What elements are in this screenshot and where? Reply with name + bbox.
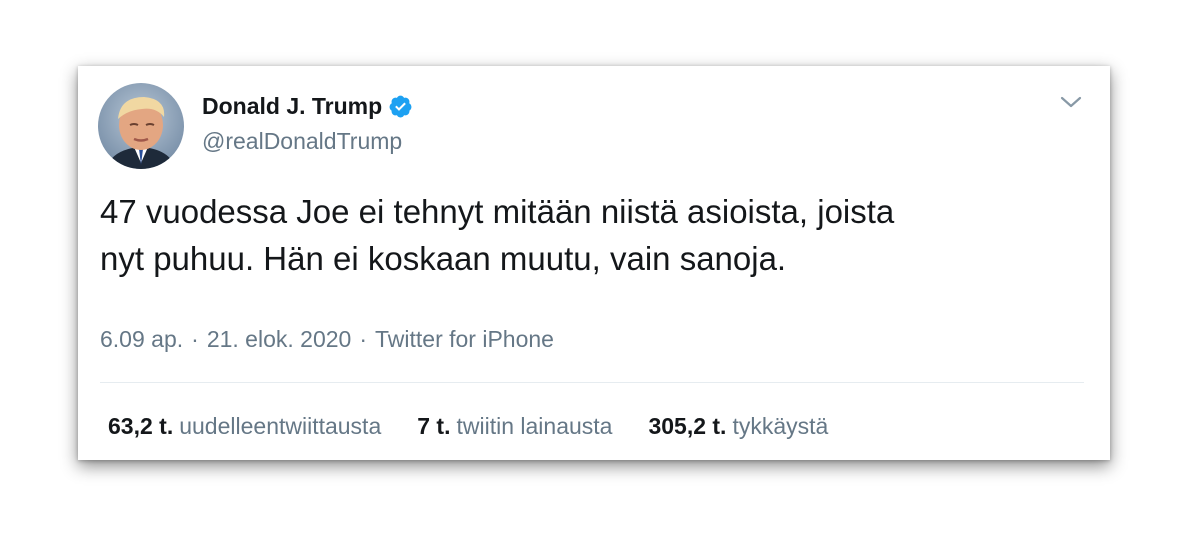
verified-badge-icon xyxy=(388,94,413,119)
divider xyxy=(100,382,1084,383)
tweet-text: 47 vuodessa Joe ei tehnyt mitään niistä … xyxy=(100,193,895,277)
quotes-stat[interactable]: 7 t. twiitin lainausta xyxy=(417,412,612,440)
retweets-count: 63,2 t. xyxy=(108,413,174,439)
likes-stat[interactable]: 305,2 t. tykkäystä xyxy=(648,412,828,440)
tweet-date[interactable]: 21. elok. 2020 xyxy=(207,325,352,353)
tweet-time[interactable]: 6.09 ap. xyxy=(100,325,183,353)
tweet-card: Donald J. Trump @realDonaldTrump 47 vuod… xyxy=(78,66,1110,460)
likes-label: tykkäystä xyxy=(732,413,829,439)
tweet-meta: 6.09 ap. · 21. elok. 2020 · Twitter for … xyxy=(100,325,554,353)
author-handle[interactable]: @realDonaldTrump xyxy=(202,127,402,155)
tweet-stats: 63,2 t. uudelleentwiittausta 7 t. twiiti… xyxy=(108,412,864,440)
quotes-count: 7 t. xyxy=(417,413,451,439)
retweets-stat[interactable]: 63,2 t. uudelleentwiittausta xyxy=(108,412,381,440)
quotes-label: twiitin lainausta xyxy=(456,413,613,439)
chevron-down-icon[interactable] xyxy=(1058,92,1084,112)
meta-separator: · xyxy=(359,326,367,352)
tweet-source-link[interactable]: Twitter for iPhone xyxy=(375,325,554,353)
avatar[interactable] xyxy=(98,83,184,169)
avatar-portrait-icon xyxy=(106,97,176,169)
author-display-name[interactable]: Donald J. Trump xyxy=(202,92,382,120)
likes-count: 305,2 t. xyxy=(648,413,727,439)
retweets-label: uudelleentwiittausta xyxy=(179,413,382,439)
author-name-row: Donald J. Trump xyxy=(202,92,413,120)
meta-separator: · xyxy=(191,326,199,352)
